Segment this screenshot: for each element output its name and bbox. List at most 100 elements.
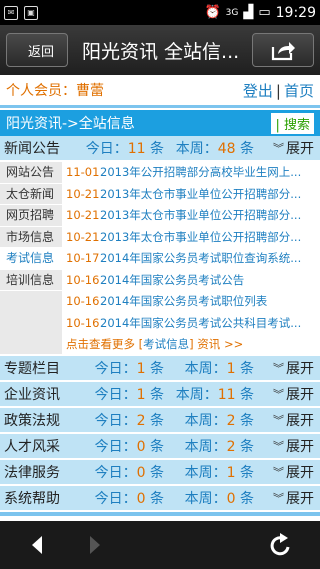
expand-toggle[interactable]: ︾ 展开 — [273, 436, 320, 456]
week-number: 2 — [226, 439, 236, 455]
subnav-item-training-info[interactable]: 培训信息 — [0, 270, 62, 291]
subnav-item-web-recruitment[interactable]: 网页招聘 — [0, 205, 62, 227]
forward-arrow-icon[interactable] — [86, 534, 104, 556]
expanded-panel: 网站公告 太仓新闻 网页招聘 市场信息 考试信息 培训信息 11-01 2013年… — [0, 162, 320, 354]
subnav-item-exam-info[interactable]: 考试信息 — [0, 248, 62, 270]
expand-toggle[interactable]: ︾ 展开 — [273, 138, 320, 158]
count-unit: 条 — [240, 491, 254, 507]
category-row-news[interactable]: 新闻公告 今日：11 条 本周：48 条 ︾ 展开 — [0, 136, 320, 162]
breadcrumb-bar: 阳光资讯->全站信息 | 搜索 — [0, 110, 320, 136]
count-unit: 条 — [240, 465, 254, 481]
more-category: 考试信息 — [143, 337, 190, 351]
item-date: 10-21 — [66, 186, 100, 201]
today-number: 1 — [136, 387, 146, 403]
list-item[interactable]: 11-01 2013年公开招聘部分高校毕业生网上... — [66, 162, 320, 184]
count-unit: 条 — [150, 413, 164, 429]
expand-toggle[interactable]: ︾ 展开 — [273, 384, 320, 404]
bottom-toolbar — [0, 521, 320, 569]
item-date: 10-16 — [66, 315, 100, 330]
item-title: 2014年国家公务员考试职位查询系统... — [100, 251, 302, 265]
count-unit: 条 — [240, 413, 254, 429]
category-row-help[interactable]: 系统帮助 今日：0 条 本周：0 条 ︾ 展开 — [0, 486, 320, 512]
week-count: 本周：2 条 — [168, 410, 258, 430]
expand-label: 展开 — [286, 413, 314, 429]
week-number: 2 — [226, 413, 236, 429]
logout-link[interactable]: 登出 — [243, 82, 273, 100]
breadcrumb: 阳光资讯->全站信息 — [6, 116, 135, 132]
count-unit: 条 — [240, 141, 254, 157]
week-count: 本周：1 条 — [168, 358, 258, 378]
news-list: 11-01 2013年公开招聘部分高校毕业生网上... 10-21 2013年太仓市… — [62, 162, 320, 354]
history-nav — [28, 534, 104, 556]
today-number: 0 — [136, 491, 146, 507]
today-number: 0 — [136, 465, 146, 481]
category-row-special[interactable]: 专题栏目 今日：1 条 本周：1 条 ︾ 展开 — [0, 356, 320, 382]
count-unit: 条 — [150, 141, 164, 157]
notification-icons: ✉ ▣ — [4, 5, 38, 20]
category-row-legal[interactable]: 法律服务 今日：0 条 本周：1 条 ︾ 展开 — [0, 460, 320, 486]
category-row-enterprise[interactable]: 企业资讯 今日：1 条 本周：11 条 ︾ 展开 — [0, 382, 320, 408]
share-icon — [271, 42, 295, 61]
chevron-double-down-icon: ︾ — [273, 142, 284, 155]
week-number: 0 — [226, 491, 236, 507]
member-bar: 个人会员：曹蕾 登出 | 首页 — [0, 75, 320, 105]
count-unit: 条 — [240, 361, 254, 377]
today-number: 11 — [127, 141, 146, 157]
week-number: 1 — [226, 465, 236, 481]
count-unit: 条 — [150, 361, 164, 377]
subnav-item-site-notice[interactable]: 网站公告 — [0, 162, 62, 184]
share-button[interactable] — [252, 33, 314, 67]
today-count: 今日：0 条 — [78, 436, 168, 456]
today-count: 今日：0 条 — [78, 462, 168, 482]
item-date: 11-01 — [66, 165, 100, 179]
category-name: 人才风采 — [4, 439, 60, 455]
back-button[interactable]: 返回 — [6, 33, 68, 67]
top-divider — [0, 105, 320, 108]
more-link[interactable]: 点击查看更多 [考试信息] 资讯 >> — [66, 334, 320, 356]
chevron-double-down-icon: ︾ — [273, 414, 284, 427]
expand-toggle[interactable]: ︾ 展开 — [273, 410, 320, 430]
more-prefix: 点击查看更多 [ — [66, 337, 144, 351]
expand-toggle[interactable]: ︾ 展开 — [273, 358, 320, 378]
member-name: 个人会员：曹蕾 — [6, 83, 104, 99]
list-item[interactable]: 10-17 2014年国家公务员考试职位查询系统... — [66, 248, 320, 270]
expand-toggle[interactable]: ︾ 展开 — [273, 462, 320, 482]
bottom-divider — [0, 512, 320, 516]
week-number: 11 — [217, 387, 236, 403]
list-item[interactable]: 10-21 2013年太仓市事业单位公开招聘部分... — [66, 205, 320, 227]
week-count: 本周：1 条 — [168, 462, 258, 482]
list-item[interactable]: 10-21 2013年太仓市事业单位公开招聘部分... — [66, 184, 320, 206]
expand-toggle[interactable]: ︾ 展开 — [273, 488, 320, 508]
notification-icon: ✉ — [4, 5, 18, 20]
clock: 19:29 — [275, 4, 316, 21]
week-label: 本周： — [184, 491, 227, 507]
today-number: 2 — [136, 413, 146, 429]
today-number: 1 — [136, 361, 146, 377]
list-item[interactable]: 10-16 2014年国家公务员考试公共科目考试... — [66, 313, 320, 335]
back-arrow-icon[interactable] — [28, 534, 46, 556]
week-label: 本周： — [184, 361, 227, 377]
today-label: 今日： — [94, 361, 137, 377]
expand-label: 展开 — [286, 491, 314, 507]
item-title: 2013年太仓市事业单位公开招聘部分... — [100, 208, 302, 222]
title-bar: 返回 阳光资讯 全站信... — [0, 25, 320, 75]
search-link[interactable]: | 搜索 — [271, 112, 314, 134]
item-title: 2013年太仓市事业单位公开招聘部分... — [100, 229, 302, 244]
expand-label: 展开 — [286, 387, 314, 403]
item-title: 2014年国家公务员考试公告 — [100, 272, 245, 287]
home-link[interactable]: 首页 — [284, 82, 314, 100]
refresh-icon[interactable] — [268, 532, 292, 558]
subnav-item-taicang-news[interactable]: 太仓新闻 — [0, 184, 62, 205]
subnav-item-market-info[interactable]: 市场信息 — [0, 227, 62, 248]
count-unit: 条 — [240, 439, 254, 455]
week-count: 本周：11 条 — [168, 384, 258, 404]
today-label: 今日： — [94, 387, 137, 403]
list-item[interactable]: 10-16 2014年国家公务员考试公告 — [66, 270, 320, 292]
list-item[interactable]: 10-16 2014年国家公务员考试职位列表 — [66, 291, 320, 313]
category-row-talent[interactable]: 人才风采 今日：0 条 本周：2 条 ︾ 展开 — [0, 434, 320, 460]
category-row-policy[interactable]: 政策法规 今日：2 条 本周：2 条 ︾ 展开 — [0, 408, 320, 434]
list-item[interactable]: 10-21 2013年太仓市事业单位公开招聘部分... — [66, 227, 320, 249]
item-title: 2014年国家公务员考试职位列表 — [100, 294, 268, 308]
week-number: 48 — [217, 141, 236, 157]
more-suffix: ] 资讯 >> — [189, 337, 244, 351]
